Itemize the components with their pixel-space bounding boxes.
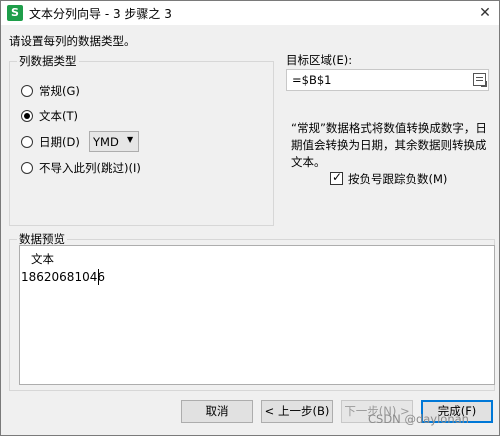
radio-date[interactable]: 日期(D) [21, 134, 87, 150]
negative-checkbox-label[interactable]: 按负号跟踪负数(M) [348, 171, 447, 187]
radio-text[interactable]: 文本(T) [21, 108, 141, 124]
wps-app-icon: S [7, 5, 23, 21]
destination-value: =$B$1 [292, 73, 332, 87]
watermark: CSDN @daylonan [368, 412, 469, 426]
radio-general-label: 常规(G) [39, 84, 80, 98]
title-bar: S 文本分列向导 - 3 步骤之 3 ✕ [1, 1, 499, 25]
radio-selected-dot [24, 113, 30, 119]
chevron-down-icon: ▼ [127, 135, 134, 144]
window-title: 文本分列向导 - 3 步骤之 3 [29, 7, 172, 21]
back-button[interactable]: < 上一步(B) [261, 400, 333, 423]
range-select-icon[interactable] [473, 73, 487, 87]
format-description: “常规”数据格式将数值转换成数字，日期值会转换为日期，其余数据则转换成文本。 [291, 121, 487, 169]
radio-skip-button[interactable] [21, 162, 33, 174]
preview-grid[interactable] [19, 245, 495, 385]
date-format-select[interactable]: YMD ▼ [89, 131, 139, 152]
date-format-value: YMD [93, 135, 119, 149]
radio-text-button[interactable] [21, 110, 33, 122]
negative-checkbox[interactable]: ✓ [330, 170, 343, 185]
destination-input[interactable]: =$B$1 [286, 69, 489, 91]
radio-general-button[interactable] [21, 85, 33, 97]
destination-label: 目标区域(E): [286, 53, 353, 67]
radio-text-label: 文本(T) [39, 109, 78, 123]
cancel-button[interactable]: 取消 [181, 400, 253, 423]
instruction-text: 请设置每列的数据类型。 [9, 34, 136, 48]
preview-column-header: 文本 [31, 252, 54, 266]
preview-cell: 18620681046 [21, 270, 105, 284]
radio-date-label: 日期(D) [39, 135, 80, 149]
check-icon: ✓ [332, 170, 343, 184]
close-icon[interactable]: ✕ [475, 3, 495, 23]
radio-date-button[interactable] [21, 136, 33, 148]
radio-general[interactable]: 常规(G) [21, 83, 141, 99]
column-caret [98, 269, 99, 285]
column-type-legend: 列数据类型 [17, 53, 79, 69]
radio-skip-label: 不导入此列(跳过)(I) [39, 161, 141, 175]
radio-skip[interactable]: 不导入此列(跳过)(I) [21, 160, 181, 176]
wizard-window: S 文本分列向导 - 3 步骤之 3 ✕ 请设置每列的数据类型。 列数据类型 常… [0, 0, 500, 436]
